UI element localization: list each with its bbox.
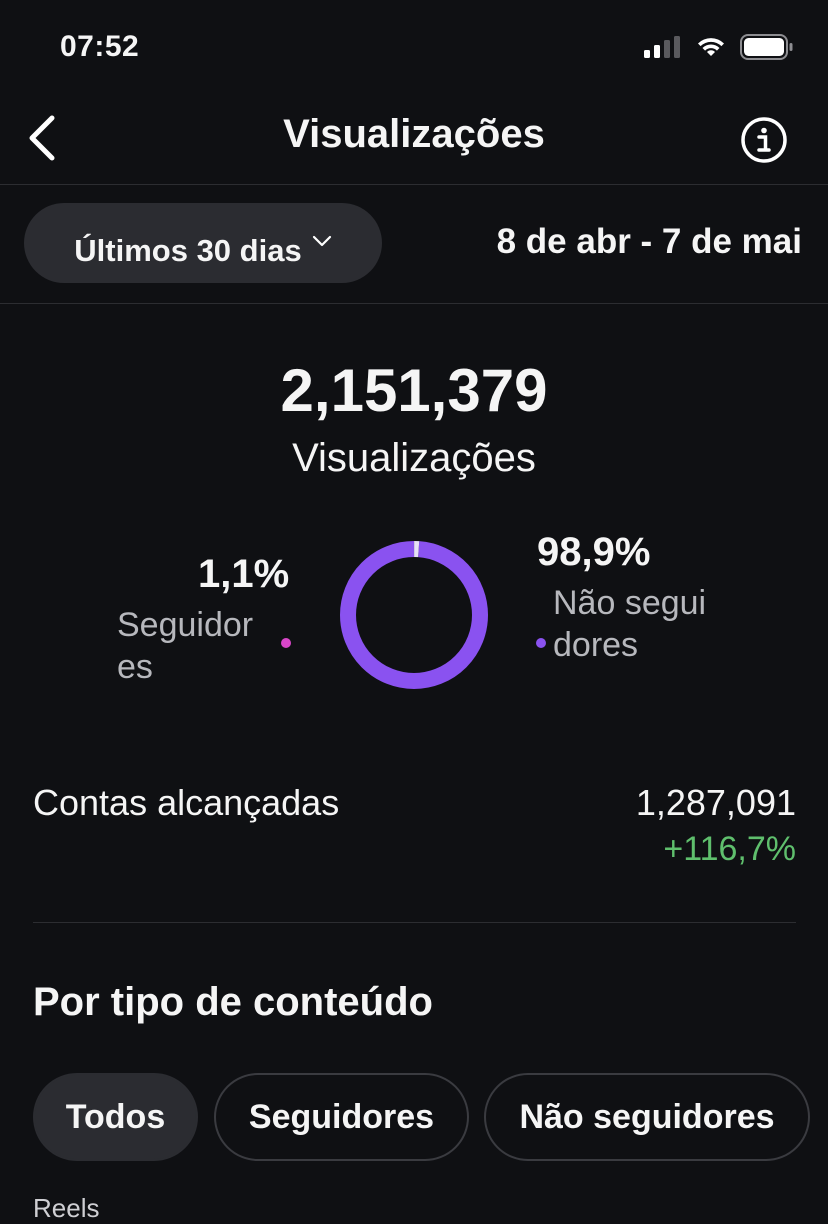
wifi-icon [698,38,724,56]
date-range-dropdown-label: Últimos 30 dias [74,233,302,268]
followers-legend-dot [281,638,291,648]
chevron-down-icon [312,235,331,247]
chip-followers[interactable]: Seguidores [214,1073,469,1161]
info-circle-icon [741,117,787,163]
total-views: 2,151,379 [280,357,548,424]
page-title: Visualizações [283,112,545,156]
reach-divider [33,922,796,923]
chip-all[interactable]: Todos [33,1073,198,1161]
views-donut-chart [340,541,488,689]
battery-icon [740,34,793,60]
cellular-signal-icon [644,36,680,58]
status-time: 07:52 [60,30,140,63]
filter-divider [0,303,828,304]
total-views-label: Visualizações [292,436,536,480]
accounts-reached-change: +116,7% [663,830,796,868]
status-icons [644,34,794,60]
non-followers-label: Não seguidores [553,584,707,664]
followers-label: Seguidores [117,606,254,686]
accounts-reached-value: 1,287,091 [635,782,796,823]
donut-non-followers-arc [340,541,488,689]
reels-section-label: Reels [33,1193,100,1223]
accounts-reached-label: Contas alcançadas [33,782,340,823]
date-range-dropdown[interactable]: Últimos 30 dias [24,203,382,283]
followers-percent: 1,1% [198,552,290,596]
non-followers-percent: 98,9% [537,530,651,574]
chip-non-followers[interactable]: Não seguidores [484,1073,810,1161]
info-button[interactable] [740,116,788,164]
non-followers-legend-dot [536,638,546,648]
header-divider [0,184,828,185]
date-range-text: 8 de abr - 7 de mai [496,222,802,261]
content-type-title: Por tipo de conteúdo [33,980,433,1024]
